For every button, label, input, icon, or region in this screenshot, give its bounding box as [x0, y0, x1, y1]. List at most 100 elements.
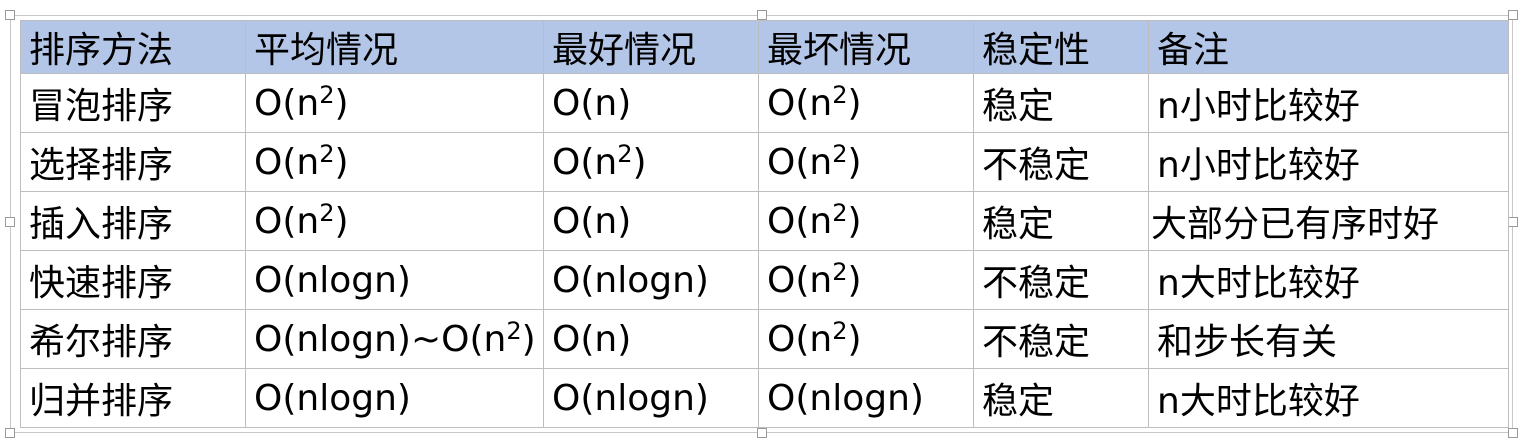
- cell-text: n大时比较好: [1157, 381, 1360, 422]
- cell-text: O(n: [254, 141, 320, 183]
- cell-text: O(n: [254, 82, 320, 124]
- header-cell[interactable]: 最好情况: [543, 20, 759, 74]
- cell-text: n小时比较好: [1157, 145, 1360, 186]
- table-cell[interactable]: 稳定: [973, 73, 1149, 133]
- cell-text-suffix: ): [847, 141, 862, 183]
- cell-text-suffix: ): [521, 318, 536, 360]
- cell-text: 不稳定: [982, 263, 1091, 304]
- table-cell[interactable]: 希尔排序: [20, 309, 246, 369]
- cell-text: 选择排序: [29, 145, 174, 186]
- cell-text: O(nlogn): [552, 377, 709, 419]
- cell-text: 稳定: [982, 204, 1055, 245]
- table-cell[interactable]: O(n2): [758, 73, 974, 133]
- table-cell[interactable]: 插入排序: [20, 191, 246, 251]
- cell-text: O(nlogn): [767, 377, 924, 419]
- table-cell[interactable]: 归并排序: [20, 368, 246, 428]
- resize-handle-top-right[interactable]: [1508, 10, 1518, 20]
- cell-text: 稳定: [982, 86, 1055, 127]
- table-cell[interactable]: O(n2): [758, 132, 974, 192]
- table-cell[interactable]: O(nlogn): [245, 368, 544, 428]
- header-cell[interactable]: 最坏情况: [758, 20, 974, 74]
- table-cell[interactable]: n小时比较好: [1148, 132, 1509, 192]
- table-cell[interactable]: n小时比较好: [1148, 73, 1509, 133]
- table-cell[interactable]: O(nlogn): [245, 250, 544, 310]
- cell-text: O(n: [767, 200, 833, 242]
- cell-text: O(nlogn): [254, 377, 411, 419]
- resize-handle-top-center[interactable]: [757, 10, 767, 20]
- table-cell[interactable]: 快速排序: [20, 250, 246, 310]
- cell-text: 冒泡排序: [29, 86, 174, 127]
- header-cell[interactable]: 稳定性: [973, 20, 1149, 74]
- cell-text: O(n: [767, 82, 833, 124]
- cell-superscript: 2: [832, 139, 848, 168]
- cell-text: O(n): [552, 318, 632, 360]
- resize-handle-middle-left[interactable]: [5, 217, 15, 227]
- cell-superscript: 2: [319, 80, 335, 109]
- cell-text: O(n: [254, 200, 320, 242]
- cell-superscript: 2: [832, 316, 848, 345]
- cell-text: 归并排序: [29, 381, 174, 422]
- table-cell[interactable]: 稳定: [973, 191, 1149, 251]
- cell-text: n大时比较好: [1157, 263, 1360, 304]
- cell-text: O(nlogn)~O(n: [254, 318, 507, 360]
- cell-text-suffix: ): [334, 141, 349, 183]
- table-cell[interactable]: n大时比较好: [1148, 368, 1509, 428]
- table-cell[interactable]: O(n): [543, 309, 759, 369]
- resize-handle-top-left[interactable]: [5, 10, 15, 20]
- header-cell[interactable]: 排序方法: [20, 20, 246, 74]
- cell-text: 稳定: [982, 381, 1055, 422]
- header-cell[interactable]: 平均情况: [245, 20, 544, 74]
- table-cell[interactable]: O(nlogn)~O(n2): [245, 309, 544, 369]
- table-cell[interactable]: O(n): [543, 73, 759, 133]
- sorting-complexity-table: 排序方法 平均情况 最好情况 最坏情况 稳定性 备注 冒泡排序 O(n2) O(…: [20, 20, 1509, 428]
- table-cell[interactable]: O(n2): [543, 132, 759, 192]
- cell-superscript: 2: [319, 198, 335, 227]
- table-row: 插入排序 O(n2) O(n) O(n2) 稳定 大部分已有序时好: [20, 191, 1509, 251]
- table-cell[interactable]: n大时比较好: [1148, 250, 1509, 310]
- cell-text-suffix: ): [847, 318, 862, 360]
- resize-handle-middle-right[interactable]: [1508, 217, 1518, 227]
- cell-text: O(n: [552, 141, 618, 183]
- cell-text-suffix: ): [334, 82, 349, 124]
- resize-handle-bottom-center[interactable]: [757, 428, 767, 438]
- table-cell[interactable]: O(n2): [245, 132, 544, 192]
- cell-superscript: 2: [832, 257, 848, 286]
- table-cell[interactable]: 大部分已有序时好: [1148, 191, 1509, 251]
- cell-superscript: 2: [506, 316, 522, 345]
- table-cell[interactable]: O(nlogn): [758, 368, 974, 428]
- cell-superscript: 2: [617, 139, 633, 168]
- header-row: 排序方法 平均情况 最好情况 最坏情况 稳定性 备注: [20, 20, 1509, 74]
- cell-text: O(n): [552, 82, 632, 124]
- table-cell[interactable]: O(n2): [758, 191, 974, 251]
- cell-text-suffix: ): [847, 200, 862, 242]
- cell-text: 不稳定: [982, 322, 1091, 363]
- table-cell[interactable]: 和步长有关: [1148, 309, 1509, 369]
- table-cell[interactable]: O(n2): [758, 250, 974, 310]
- table-cell[interactable]: O(n2): [245, 73, 544, 133]
- resize-handle-bottom-left[interactable]: [5, 428, 15, 438]
- table-cell[interactable]: 不稳定: [973, 309, 1149, 369]
- cell-text: O(nlogn): [254, 259, 411, 301]
- cell-text: O(n: [767, 141, 833, 183]
- table-row: 选择排序 O(n2) O(n2) O(n2) 不稳定 n小时比较好: [20, 132, 1509, 192]
- table-cell[interactable]: 稳定: [973, 368, 1149, 428]
- table-cell[interactable]: O(nlogn): [543, 250, 759, 310]
- table-cell[interactable]: 不稳定: [973, 250, 1149, 310]
- cell-text-suffix: ): [334, 200, 349, 242]
- cell-text-suffix: ): [847, 82, 862, 124]
- table-cell[interactable]: O(n): [543, 191, 759, 251]
- table-row: 快速排序 O(nlogn) O(nlogn) O(n2) 不稳定 n大时比较好: [20, 250, 1509, 310]
- table-cell[interactable]: 不稳定: [973, 132, 1149, 192]
- table-cell[interactable]: O(n2): [245, 191, 544, 251]
- cell-text: O(n): [552, 200, 632, 242]
- table-cell[interactable]: 冒泡排序: [20, 73, 246, 133]
- cell-text: 快速排序: [29, 263, 174, 304]
- cell-text: n小时比较好: [1157, 86, 1360, 127]
- table-row: 归并排序 O(nlogn) O(nlogn) O(nlogn) 稳定 n大时比较…: [20, 368, 1509, 428]
- table-cell[interactable]: O(n2): [758, 309, 974, 369]
- cell-text-suffix: ): [632, 141, 647, 183]
- resize-handle-bottom-right[interactable]: [1508, 428, 1518, 438]
- table-cell[interactable]: 选择排序: [20, 132, 246, 192]
- table-cell[interactable]: O(nlogn): [543, 368, 759, 428]
- header-cell[interactable]: 备注: [1148, 20, 1509, 74]
